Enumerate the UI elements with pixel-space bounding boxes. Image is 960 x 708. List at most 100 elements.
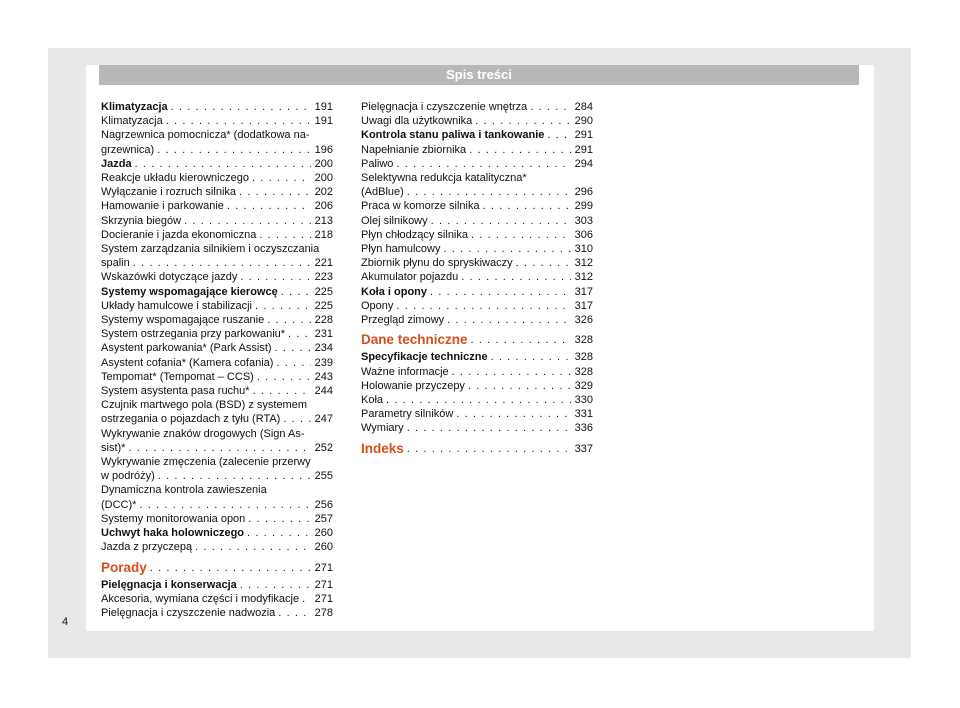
toc-entry-title: Praca w komorze silnika <box>361 200 480 213</box>
toc-entry[interactable]: Specyfikacje techniczne . . . . . . . . … <box>361 350 593 364</box>
toc-entry[interactable]: Akcesoria, wymiana części i modyfikacje … <box>101 592 333 606</box>
toc-entry[interactable]: Wskazówki dotyczące jazdy . . . . . . . … <box>101 270 333 284</box>
dot-leader: . . . . . . . . . . . . . . . . . . . . … <box>226 200 311 213</box>
dot-leader: . . . . . . . . . . . . . . . . . . . . … <box>251 172 311 185</box>
toc-entry[interactable]: Pielęgnacja i czyszczenie nadwozia . . .… <box>101 606 333 620</box>
dot-leader: . . . . . . . . . . . . . . . . . . . . … <box>157 470 311 483</box>
toc-entry[interactable]: Płyn hamulcowy . . . . . . . . . . . . .… <box>361 242 593 256</box>
page-number: 4 <box>62 616 69 628</box>
toc-entry-page: 271 <box>314 592 333 605</box>
dot-leader: . . . . . . . . . . . . . . . . . . . . … <box>547 129 571 142</box>
dot-leader: . . . . . . . . . . . . . . . . . . . . … <box>471 228 571 241</box>
toc-entry[interactable]: Jazda z przyczepą . . . . . . . . . . . … <box>101 540 333 554</box>
toc-entry[interactable]: Tempomat* (Tempomat – CCS) . . . . . . .… <box>101 370 333 384</box>
dot-leader: . . . . . . . . . . . . . . . . . . . . … <box>515 257 571 270</box>
toc-entry[interactable]: Asystent cofania* (Kamera cofania) . . .… <box>101 356 333 370</box>
toc-entry[interactable]: Wymiary . . . . . . . . . . . . . . . . … <box>361 421 593 435</box>
toc-entry-page: 310 <box>574 243 593 256</box>
dot-leader: . . . . . . . . . . . . . . . . . . . . … <box>386 394 571 407</box>
dot-leader: . . . . . . . . . . . . . . . . . . . . … <box>467 379 571 392</box>
toc-entry[interactable]: (DCC)* . . . . . . . . . . . . . . . . .… <box>101 498 333 512</box>
toc-entry[interactable]: System ostrzegania przy parkowaniu* . . … <box>101 327 333 341</box>
toc-entry[interactable]: Uwagi dla użytkownika . . . . . . . . . … <box>361 114 593 128</box>
toc-entry-page: 244 <box>314 385 333 398</box>
toc-entry[interactable]: Wyłączanie i rozruch silnika . . . . . .… <box>101 185 333 199</box>
dot-leader: . . . . . . . . . . . . . . . . . . . . … <box>396 157 571 170</box>
toc-entry[interactable]: Klimatyzacja . . . . . . . . . . . . . .… <box>101 100 333 114</box>
toc-entry-title: Uchwyt haka holowniczego <box>101 527 245 540</box>
toc-entry[interactable]: Praca w komorze silnika . . . . . . . . … <box>361 199 593 213</box>
toc-entry[interactable]: Koła . . . . . . . . . . . . . . . . . .… <box>361 393 593 407</box>
toc-entry[interactable]: Przegląd zimowy . . . . . . . . . . . . … <box>361 313 593 327</box>
toc-entry-title: Uwagi dla użytkownika <box>361 115 473 128</box>
toc-entry[interactable]: Holowanie przyczepy . . . . . . . . . . … <box>361 379 593 393</box>
toc-entry[interactable]: Zbiornik płynu do spryskiwaczy . . . . .… <box>361 256 593 270</box>
dot-leader: . . . . . . . . . . . . . . . . . . . . … <box>490 351 571 364</box>
toc-entry-title: Parametry silników <box>361 408 454 421</box>
toc-entry[interactable]: Systemy wspomagające ruszanie . . . . . … <box>101 313 333 327</box>
toc-entry[interactable]: Indeks . . . . . . . . . . . . . . . . .… <box>361 441 593 456</box>
toc-entry[interactable]: System asystenta pasa ruchu* . . . . . .… <box>101 384 333 398</box>
toc-entry[interactable]: Parametry silników . . . . . . . . . . .… <box>361 407 593 421</box>
toc-entry[interactable]: Olej silnikowy . . . . . . . . . . . . .… <box>361 214 593 228</box>
toc-entry[interactable]: Pielęgnacja i konserwacja . . . . . . . … <box>101 578 333 592</box>
toc-entry-line: Wykrywanie zmęczenia (zalecenie przerwy <box>101 455 333 469</box>
toc-entry[interactable]: Płyn chłodzący silnika . . . . . . . . .… <box>361 228 593 242</box>
dot-leader: . . . . . . . . . . . . . . . . . . . . … <box>456 408 571 421</box>
toc-entry-title: Jazda <box>101 157 132 170</box>
toc-entry-page: 223 <box>314 271 333 284</box>
dot-leader: . . . . . . . . . . . . . . . . . . . . … <box>256 370 311 383</box>
dot-leader: . . . . . . . . . . . . . . . . . . . . … <box>482 200 571 213</box>
toc-entry[interactable]: ostrzegania o pojazdach z tyłu (RTA) . .… <box>101 412 333 426</box>
toc-entry[interactable]: Systemy monitorowania opon . . . . . . .… <box>101 512 333 526</box>
toc-entry[interactable]: Klimatyzacja . . . . . . . . . . . . . .… <box>101 114 333 128</box>
toc-entry-page: 191 <box>314 115 333 128</box>
toc-entry[interactable]: Reakcje układu kierowniczego . . . . . .… <box>101 171 333 185</box>
toc-entry-page: 243 <box>314 370 333 383</box>
toc-entry[interactable]: Systemy wspomagające kierowcę . . . . . … <box>101 285 333 299</box>
toc-entry[interactable]: Koła i opony . . . . . . . . . . . . . .… <box>361 285 593 299</box>
toc-entry[interactable]: Napełnianie zbiornika . . . . . . . . . … <box>361 143 593 157</box>
toc-entry[interactable]: Skrzynia biegów . . . . . . . . . . . . … <box>101 214 333 228</box>
toc-entry[interactable]: Docieranie i jazda ekonomiczna . . . . .… <box>101 228 333 242</box>
toc-entry-title: Napełnianie zbiornika <box>361 143 467 156</box>
toc-entry[interactable]: Układy hamulcowe i stabilizacji . . . . … <box>101 299 333 313</box>
toc-entry[interactable]: Akumulator pojazdu . . . . . . . . . . .… <box>361 270 593 284</box>
toc-entry[interactable]: Kontrola stanu paliwa i tankowanie . . .… <box>361 128 593 142</box>
dot-leader: . . . . . . . . . . . . . . . . . . . . … <box>447 314 571 327</box>
toc-entry-title: Przegląd zimowy <box>361 314 445 327</box>
dot-leader: . . . . . . . . . . . . . . . . . . . . … <box>195 541 311 554</box>
toc-entry[interactable]: Uchwyt haka holowniczego . . . . . . . .… <box>101 526 333 540</box>
dot-leader: . . . . . . . . . . . . . . . . . . . . … <box>239 578 311 591</box>
toc-entry-page: 278 <box>314 607 333 620</box>
toc-entry-title: Pielęgnacja i czyszczenie wnętrza <box>361 101 528 113</box>
toc-entry[interactable]: Pielęgnacja i czyszczenie wnętrza . . . … <box>361 100 593 114</box>
toc-entry[interactable]: Paliwo . . . . . . . . . . . . . . . . .… <box>361 157 593 171</box>
toc-entry-page: 202 <box>314 186 333 199</box>
dot-leader: . . . . . . . . . . . . . . . . . . . . … <box>278 607 311 620</box>
toc-entry[interactable]: Ważne informacje . . . . . . . . . . . .… <box>361 365 593 379</box>
toc-entry[interactable]: Hamowanie i parkowanie . . . . . . . . .… <box>101 199 333 213</box>
toc-entry-page: 306 <box>574 228 593 241</box>
toc-entry[interactable]: Dane techniczne . . . . . . . . . . . . … <box>361 333 593 347</box>
toc-entry[interactable]: Opony . . . . . . . . . . . . . . . . . … <box>361 299 593 313</box>
toc-entry-title: sist)* <box>101 441 126 454</box>
toc-entry-page: 317 <box>574 299 593 312</box>
toc-entry[interactable]: Jazda . . . . . . . . . . . . . . . . . … <box>101 157 333 171</box>
toc-entry-title: Systemy monitorowania opon <box>101 512 246 525</box>
toc-entry-title: Paliwo <box>361 157 394 170</box>
toc-entry[interactable]: Porady . . . . . . . . . . . . . . . . .… <box>101 560 333 575</box>
toc-entry-page: 284 <box>574 101 593 113</box>
toc-entry-title: Docieranie i jazda ekonomiczna <box>101 228 257 241</box>
toc-entry-page: 213 <box>314 214 333 227</box>
toc-entry[interactable]: (AdBlue) . . . . . . . . . . . . . . . .… <box>361 185 593 199</box>
dot-leader: . . . . . . . . . . . . . . . . . . . . … <box>240 271 311 284</box>
dot-leader: . . . . . . . . . . . . . . . . . . . . … <box>132 257 311 270</box>
toc-entry-page: 337 <box>574 442 593 455</box>
toc-entry[interactable]: grzewnica) . . . . . . . . . . . . . . .… <box>101 143 333 157</box>
toc-entry-page: 200 <box>314 172 333 185</box>
toc-entry[interactable]: spalin . . . . . . . . . . . . . . . . .… <box>101 256 333 270</box>
toc-entry[interactable]: Asystent parkowania* (Park Assist) . . .… <box>101 341 333 355</box>
toc-entry[interactable]: sist)* . . . . . . . . . . . . . . . . .… <box>101 441 333 455</box>
toc-entry[interactable]: w podróży) . . . . . . . . . . . . . . .… <box>101 469 333 483</box>
